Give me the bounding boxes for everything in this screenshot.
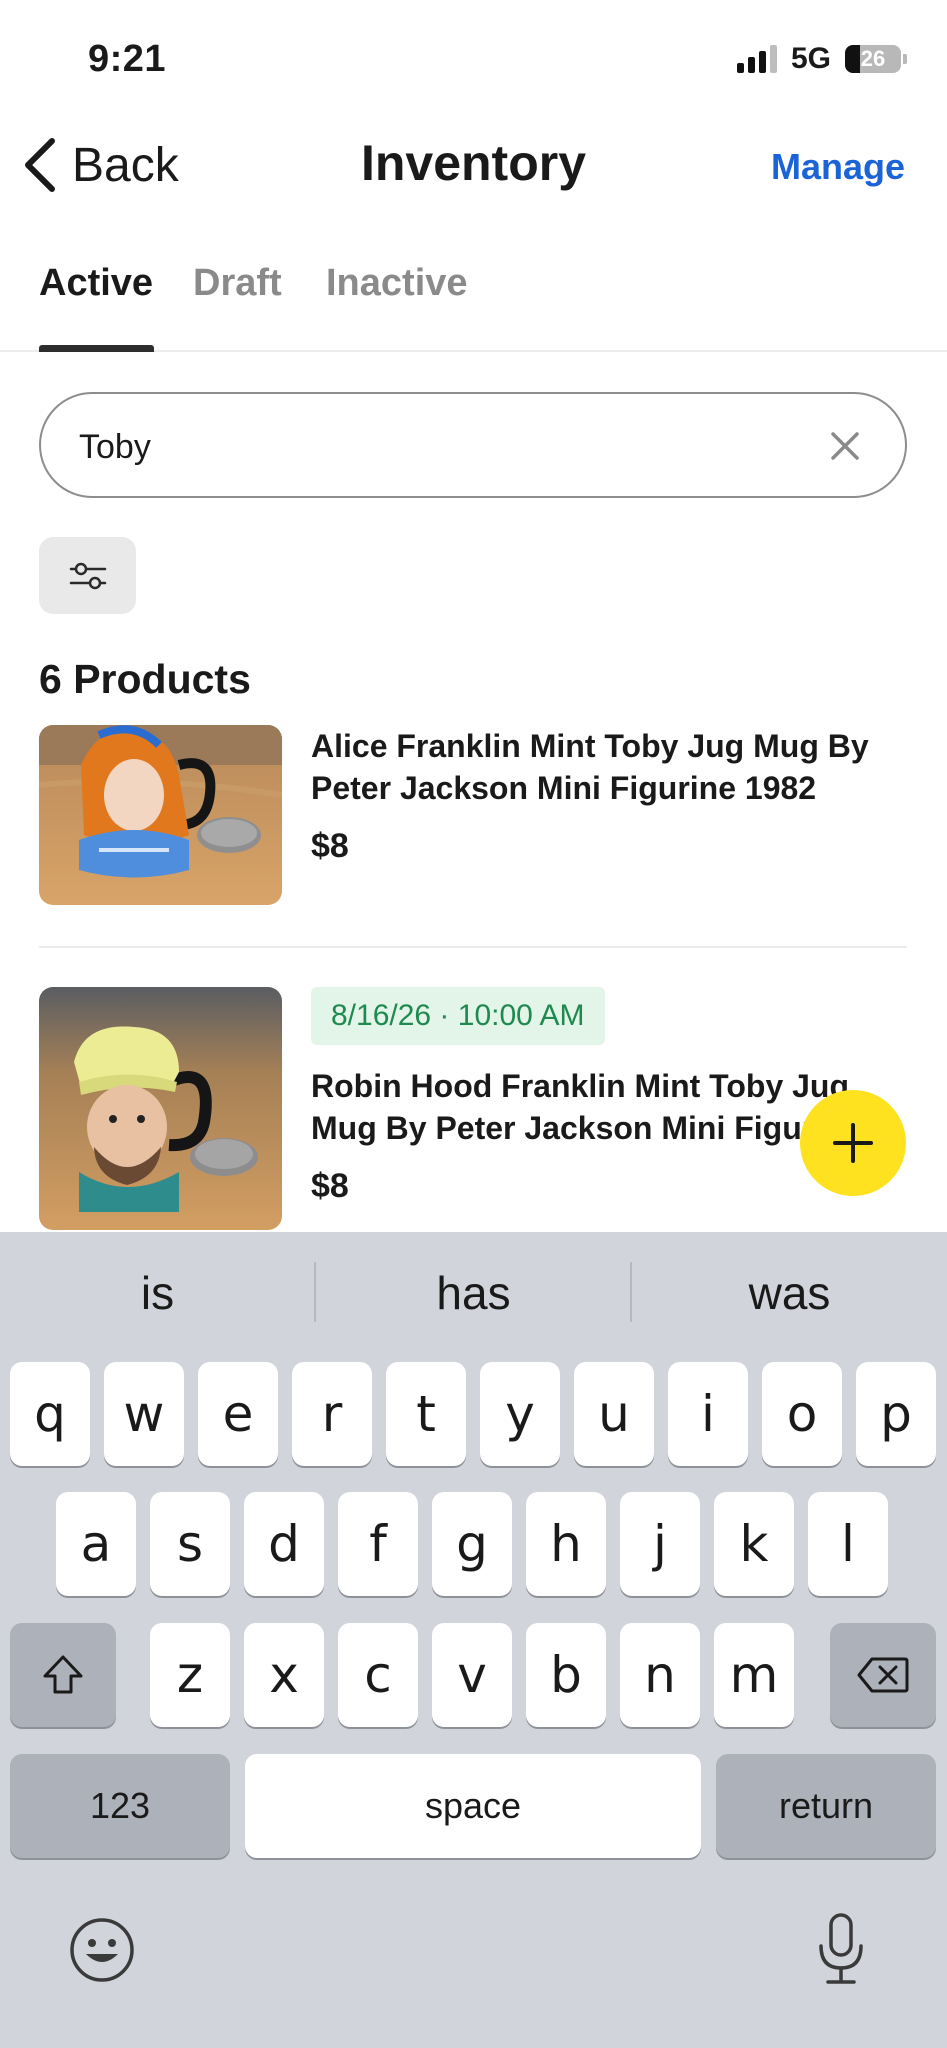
shift-key[interactable] (10, 1623, 116, 1727)
suggestion-item[interactable]: is (0, 1266, 315, 1320)
key-p[interactable]: p (856, 1362, 936, 1466)
key-l[interactable]: l (808, 1492, 888, 1596)
product-info: Alice Franklin Mint Toby Jug Mug By Pete… (311, 725, 911, 866)
list-divider (39, 946, 907, 948)
key-c[interactable]: c (338, 1623, 418, 1727)
key-q[interactable]: q (10, 1362, 90, 1466)
shift-icon (43, 1655, 83, 1694)
backspace-icon (857, 1657, 909, 1693)
key-n[interactable]: n (620, 1623, 700, 1727)
key-d[interactable]: d (244, 1492, 324, 1596)
tab-draft[interactable]: Draft (193, 262, 282, 305)
status-icons: 5G 26 (736, 42, 907, 76)
product-thumbnail (39, 987, 282, 1230)
key-e[interactable]: e (198, 1362, 278, 1466)
key-m[interactable]: m (714, 1623, 794, 1727)
key-k[interactable]: k (714, 1492, 794, 1596)
key-i[interactable]: i (668, 1362, 748, 1466)
key-o[interactable]: o (762, 1362, 842, 1466)
key-g[interactable]: g (432, 1492, 512, 1596)
status-time: 9:21 (88, 38, 167, 80)
key-v[interactable]: v (432, 1623, 512, 1727)
key-f[interactable]: f (338, 1492, 418, 1596)
product-price: $8 (311, 827, 349, 865)
schedule-badge: 8/16/26 · 10:00 AM (311, 987, 605, 1045)
key-x[interactable]: x (244, 1623, 324, 1727)
jug-figurine-photo-icon (39, 725, 282, 905)
status-tabs: Active Draft Inactive (0, 240, 947, 352)
emoji-icon[interactable] (68, 1916, 136, 1984)
numbers-key[interactable]: 123 (10, 1754, 230, 1858)
suggestion-item[interactable]: has (316, 1266, 631, 1320)
key-s[interactable]: s (150, 1492, 230, 1596)
status-bar: 9:21 5G 26 (0, 0, 947, 110)
product-thumbnail (39, 725, 282, 905)
microphone-icon[interactable] (816, 1912, 866, 1986)
key-w[interactable]: w (104, 1362, 184, 1466)
key-t[interactable]: t (386, 1362, 466, 1466)
add-product-button[interactable] (800, 1090, 906, 1196)
key-h[interactable]: h (526, 1492, 606, 1596)
network-label: 5G (790, 42, 831, 75)
key-y[interactable]: y (480, 1362, 560, 1466)
signal-icon (736, 45, 777, 73)
results-count: 6 Products (39, 656, 251, 702)
plus-icon (833, 1123, 873, 1163)
key-r[interactable]: r (292, 1362, 372, 1466)
suggestion-bar: is has was (0, 1232, 947, 1356)
product-title: Alice Franklin Mint Toby Jug Mug By Pete… (311, 728, 869, 806)
return-key[interactable]: return (716, 1754, 936, 1858)
battery-level: 26 (860, 46, 886, 71)
delete-key[interactable] (830, 1623, 936, 1727)
key-j[interactable]: j (620, 1492, 700, 1596)
manage-button[interactable]: Manage (771, 146, 905, 188)
key-z[interactable]: z (150, 1623, 230, 1727)
active-tab-indicator (39, 345, 154, 352)
clear-icon[interactable] (829, 430, 861, 462)
product-item[interactable]: Alice Franklin Mint Toby Jug Mug By Pete… (39, 725, 907, 905)
product-item[interactable]: 8/16/26 · 10:00 AM Robin Hood Franklin M… (39, 987, 907, 1230)
sliders-icon (69, 562, 106, 589)
filter-button[interactable] (39, 537, 136, 614)
keyboard: is has was q w e r t y u i o p a s d f g… (0, 1232, 947, 2048)
navigation-bar: Back Inventory Manage (0, 120, 947, 210)
tab-active[interactable]: Active (39, 262, 153, 305)
tab-inactive[interactable]: Inactive (326, 262, 468, 305)
search-input[interactable]: Toby (39, 392, 907, 498)
space-key[interactable]: space (245, 1754, 701, 1858)
search-value: Toby (79, 428, 151, 466)
suggestion-item[interactable]: was (632, 1266, 947, 1320)
jug-figurine-photo-icon (39, 987, 282, 1230)
battery-icon: 26 (845, 45, 907, 73)
key-b[interactable]: b (526, 1623, 606, 1727)
key-u[interactable]: u (574, 1362, 654, 1466)
key-a[interactable]: a (56, 1492, 136, 1596)
